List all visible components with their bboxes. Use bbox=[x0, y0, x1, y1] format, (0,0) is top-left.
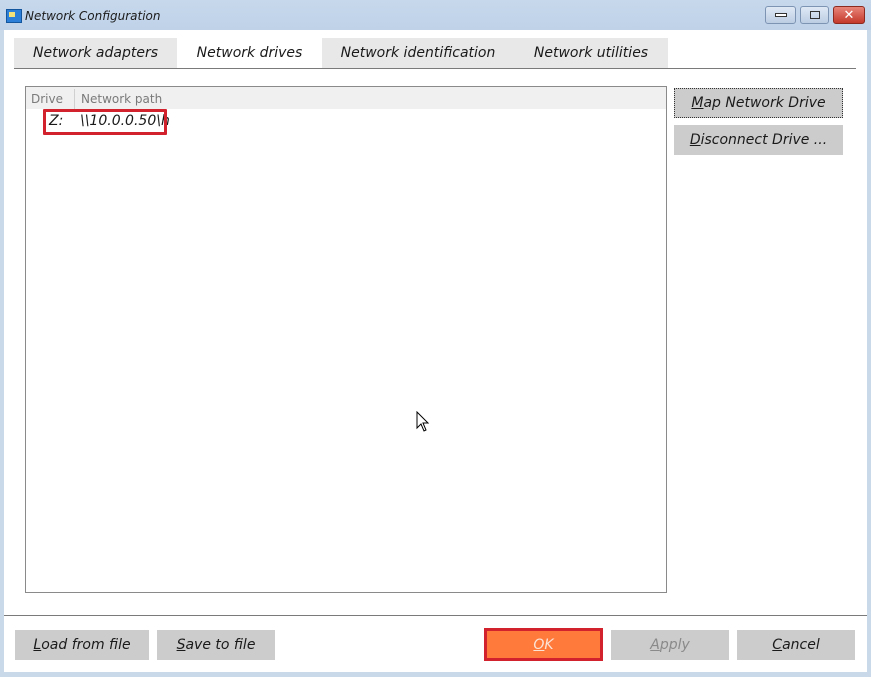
network-config-app-icon bbox=[6, 9, 22, 23]
tab-network-drives[interactable]: Network drives bbox=[177, 38, 322, 68]
apply-button[interactable]: Apply bbox=[611, 630, 729, 660]
maximize-button[interactable] bbox=[800, 6, 829, 24]
ok-button[interactable]: OK bbox=[484, 628, 603, 661]
button-label: ap Network Drive bbox=[703, 95, 826, 111]
button-label: K bbox=[544, 636, 554, 653]
accelerator-key: C bbox=[772, 637, 783, 653]
button-label: isconnect Drive ... bbox=[700, 132, 828, 148]
maximize-icon bbox=[809, 11, 820, 19]
cancel-button[interactable]: Cancel bbox=[737, 630, 855, 660]
close-icon: ✕ bbox=[843, 7, 855, 23]
minimize-button[interactable] bbox=[765, 6, 796, 24]
network-drive-list[interactable]: Drive Network path Z: \\10.0.0.50\h bbox=[25, 86, 667, 593]
mouse-cursor-icon bbox=[416, 411, 430, 432]
column-header-drive[interactable]: Drive bbox=[31, 92, 63, 106]
load-from-file-button[interactable]: Load from file bbox=[15, 630, 149, 660]
disconnect-drive-button[interactable]: Disconnect Drive ... bbox=[674, 125, 843, 155]
window-title: Network Configuration bbox=[25, 9, 161, 23]
tab-network-identification[interactable]: Network identification bbox=[322, 38, 514, 68]
button-label: ave to file bbox=[185, 637, 256, 653]
map-network-drive-button[interactable]: Map Network Drive bbox=[674, 88, 843, 118]
accelerator-key: L bbox=[33, 637, 42, 653]
column-header-network-path[interactable]: Network path bbox=[81, 92, 162, 106]
button-label: oad from file bbox=[41, 637, 131, 653]
title-bar: Network Configuration ✕ bbox=[0, 0, 871, 30]
save-to-file-button[interactable]: Save to file bbox=[157, 630, 275, 660]
close-button[interactable]: ✕ bbox=[833, 6, 865, 24]
accelerator-key: A bbox=[650, 637, 660, 653]
footer-divider bbox=[4, 615, 867, 616]
dialog-body: Network adapters Network drives Network … bbox=[4, 30, 867, 672]
column-separator[interactable] bbox=[74, 89, 75, 109]
minimize-icon bbox=[774, 13, 787, 17]
highlight-annotation bbox=[43, 109, 167, 135]
accelerator-key: D bbox=[689, 132, 701, 148]
accelerator-key: S bbox=[176, 637, 186, 653]
tab-divider bbox=[14, 68, 856, 69]
tab-network-adapters[interactable]: Network adapters bbox=[14, 38, 177, 68]
accelerator-key: M bbox=[691, 95, 704, 111]
accelerator-key: O bbox=[533, 636, 545, 653]
button-label: pply bbox=[659, 637, 690, 653]
button-label: ancel bbox=[782, 637, 820, 653]
tab-network-utilities[interactable]: Network utilities bbox=[514, 38, 668, 68]
list-header: Drive Network path bbox=[26, 87, 666, 109]
